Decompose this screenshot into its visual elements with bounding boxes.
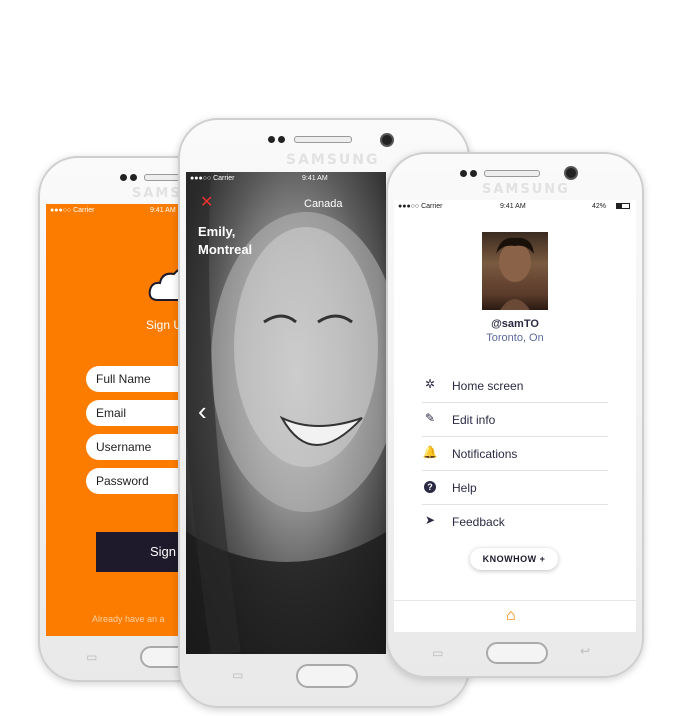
home-icon[interactable]: ⌂ [506, 607, 516, 625]
profile-name-line1: Emily, [198, 224, 236, 239]
battery-percent: 42% [592, 203, 607, 210]
battery-icon [616, 203, 630, 209]
front-camera [120, 174, 127, 181]
carrier: ●●●○○ Carrier [190, 175, 235, 182]
earpiece [294, 136, 352, 143]
carrier: ●●●○○ Carrier [398, 203, 443, 210]
menu-item-label: Home screen [452, 379, 524, 393]
profile-name-line2: Montreal [198, 242, 253, 257]
knowhow-logo-button[interactable]: KNOWHOW + [470, 548, 558, 570]
menu-item-home-screen[interactable]: ✲ Home screen [422, 372, 608, 403]
camera-lens [380, 133, 394, 147]
clock: 9:41 AM [500, 203, 526, 210]
clock: 9:41 AM [302, 175, 328, 182]
username: @samTO [491, 318, 539, 330]
brand-logo: SAMSUNG [482, 182, 570, 197]
recent-apps-key[interactable]: ▭ [86, 650, 97, 664]
front-camera [268, 136, 275, 143]
back-key[interactable]: ↩ [580, 644, 590, 658]
help-icon: ? [424, 481, 436, 493]
bell-icon: 🔔 [422, 445, 438, 459]
carrier: ●●●○○ Carrier [50, 207, 95, 214]
home-button[interactable] [296, 664, 358, 688]
menu-item-edit-info[interactable]: ✎ Edit info [422, 406, 608, 437]
status-bar: ●●●○○ Carrier 9:41 AM 42% [394, 200, 636, 214]
menu-item-notifications[interactable]: 🔔 Notifications [422, 440, 608, 471]
paper-plane-icon: ➤ [424, 513, 436, 527]
phone-menu: SAMSUNG ●●●○○ Carrier 9:41 AM 42% @samTO… [386, 152, 644, 678]
clock: 9:41 AM [150, 207, 176, 214]
front-sensor [130, 174, 137, 181]
recent-apps-key[interactable]: ▭ [232, 668, 243, 682]
edit-icon: ✎ [424, 411, 436, 425]
front-camera [460, 170, 467, 177]
menu-item-label: Help [452, 481, 477, 495]
bottom-tab-bar: ⌂ [394, 600, 636, 632]
avatar [482, 232, 548, 310]
back-arrow-icon[interactable]: ‹ [198, 396, 207, 427]
home-button[interactable] [486, 642, 548, 664]
country-label: Canada [304, 198, 343, 210]
brand-logo: SAMSUNG [286, 152, 380, 168]
location: Toronto, On [486, 332, 544, 344]
front-sensor [470, 170, 477, 177]
signin-link[interactable]: Already have an a [92, 614, 165, 624]
camera-lens [564, 166, 578, 180]
menu-item-label: Edit info [452, 413, 496, 427]
earpiece [484, 170, 540, 177]
photo-screen: ●●●○○ Carrier 9:41 AM ✕ Canada Emily, Mo… [186, 172, 386, 654]
menu-item-label: Notifications [452, 447, 518, 461]
signup-heading: Sign U [146, 318, 183, 332]
network-icon: ✲ [424, 377, 436, 391]
menu-item-help[interactable]: ? Help [422, 474, 608, 505]
front-sensor [278, 136, 285, 143]
recent-apps-key[interactable]: ▭ [432, 646, 443, 660]
menu-item-feedback[interactable]: ➤ Feedback [422, 508, 608, 538]
menu-screen: ●●●○○ Carrier 9:41 AM 42% @samTO Toronto… [394, 200, 636, 632]
menu-item-label: Feedback [452, 515, 505, 529]
close-icon[interactable]: ✕ [200, 192, 213, 212]
status-bar: ●●●○○ Carrier 9:41 AM [186, 172, 386, 186]
